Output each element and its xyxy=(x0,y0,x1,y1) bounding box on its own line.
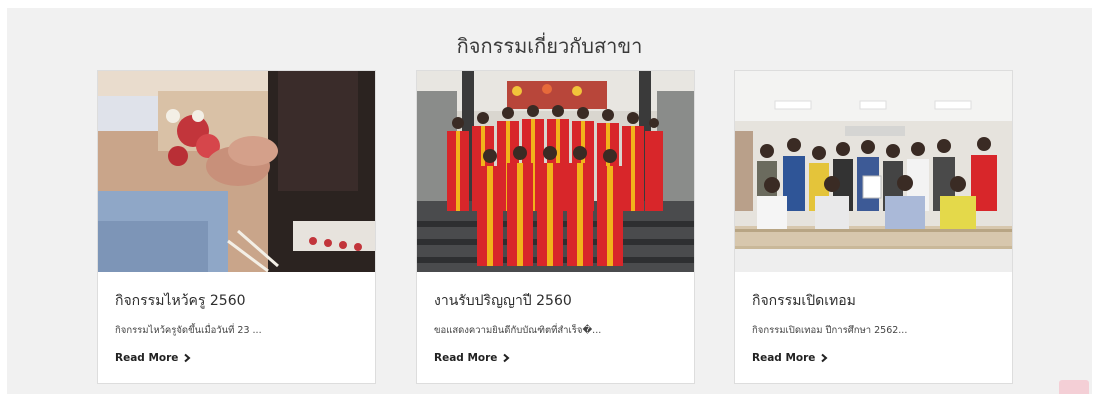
scroll-to-top-button[interactable] xyxy=(1059,380,1089,394)
read-more-label: Read More xyxy=(115,352,179,364)
read-more-link[interactable]: Read More xyxy=(115,352,192,364)
chevron-right-icon xyxy=(503,353,510,363)
read-more-label: Read More xyxy=(752,352,816,364)
card-excerpt: กิจกรรมเปิดเทอม ปีการศึกษา 2562... xyxy=(752,325,908,336)
chevron-right-icon xyxy=(184,353,191,363)
activity-card-wai-khru[interactable]: กิจกรรมไหว้ครู 2560 กิจกรรมไหว้ครูจัดขึ้… xyxy=(97,70,376,384)
card-excerpt: ขอแสดงความยินดีกับบัณฑิตที่สำเร็จ�... xyxy=(434,325,602,336)
read-more-link[interactable]: Read More xyxy=(434,352,511,364)
orientation-group-photo[interactable] xyxy=(735,71,1012,272)
activity-card-orientation[interactable]: กิจกรรมเปิดเทอม กิจกรรมเปิดเทอม ปีการศึก… xyxy=(734,70,1013,384)
chevron-right-icon xyxy=(821,353,828,363)
activities-section: กิจกรรมเกี่ยวกับสาขา กิจกรรมไหว้ครู 2560… xyxy=(7,8,1092,394)
read-more-link[interactable]: Read More xyxy=(752,352,829,364)
card-title[interactable]: กิจกรรมเปิดเทอม xyxy=(752,290,856,312)
wai-khru-ceremony-photo[interactable] xyxy=(98,71,375,272)
read-more-label: Read More xyxy=(434,352,498,364)
card-excerpt: กิจกรรมไหว้ครูจัดขึ้นเมื่อวันที่ 23 ... xyxy=(115,325,262,336)
graduation-group-photo[interactable] xyxy=(417,71,694,272)
activity-card-graduation[interactable]: งานรับปริญญาปี 2560 ขอแสดงความยินดีกับบั… xyxy=(416,70,695,384)
card-title[interactable]: กิจกรรมไหว้ครู 2560 xyxy=(115,290,246,312)
card-title[interactable]: งานรับปริญญาปี 2560 xyxy=(434,290,572,312)
section-title: กิจกรรมเกี่ยวกับสาขา xyxy=(456,34,643,58)
